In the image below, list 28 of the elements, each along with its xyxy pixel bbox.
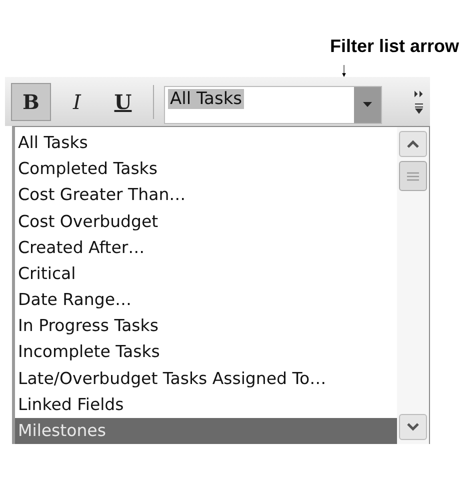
scrollbar[interactable] <box>397 127 429 444</box>
list-item[interactable]: Late/Overbudget Tasks Assigned To… <box>15 366 397 392</box>
list-item[interactable]: Milestones <box>15 418 397 444</box>
list-item[interactable]: Cost Greater Than… <box>15 182 397 209</box>
scroll-down-button[interactable] <box>399 414 427 440</box>
list-item[interactable]: Created After… <box>15 234 397 261</box>
filter-dropdown[interactable]: All Tasks <box>164 86 382 124</box>
list-item[interactable]: All Tasks <box>15 130 397 156</box>
italic-button[interactable]: I <box>57 82 97 120</box>
list-item[interactable]: Date Range… <box>15 287 397 314</box>
list-item[interactable]: Critical <box>15 260 397 288</box>
list-item[interactable]: Incomplete Tasks <box>15 339 397 366</box>
up-chevron-icon <box>407 140 419 148</box>
callout-label: Filter list arrow <box>330 36 459 57</box>
dropdown-button[interactable] <box>354 86 381 122</box>
list-item[interactable]: Linked Fields <box>15 392 397 418</box>
list-item[interactable]: Cost Overbudget <box>15 208 397 235</box>
more-icon[interactable] <box>414 90 424 114</box>
bold-button[interactable]: B <box>11 82 51 120</box>
list-item[interactable]: Completed Tasks <box>15 156 397 182</box>
scroll-thumb[interactable] <box>399 161 427 191</box>
underline-button[interactable]: U <box>103 82 143 120</box>
filter-value: All Tasks <box>168 88 244 108</box>
scroll-up-button[interactable] <box>399 131 427 157</box>
caret-icon <box>363 102 372 107</box>
grip-icon <box>407 172 419 180</box>
down-chevron-icon <box>407 423 419 431</box>
list-item[interactable]: In Progress Tasks <box>15 313 397 340</box>
